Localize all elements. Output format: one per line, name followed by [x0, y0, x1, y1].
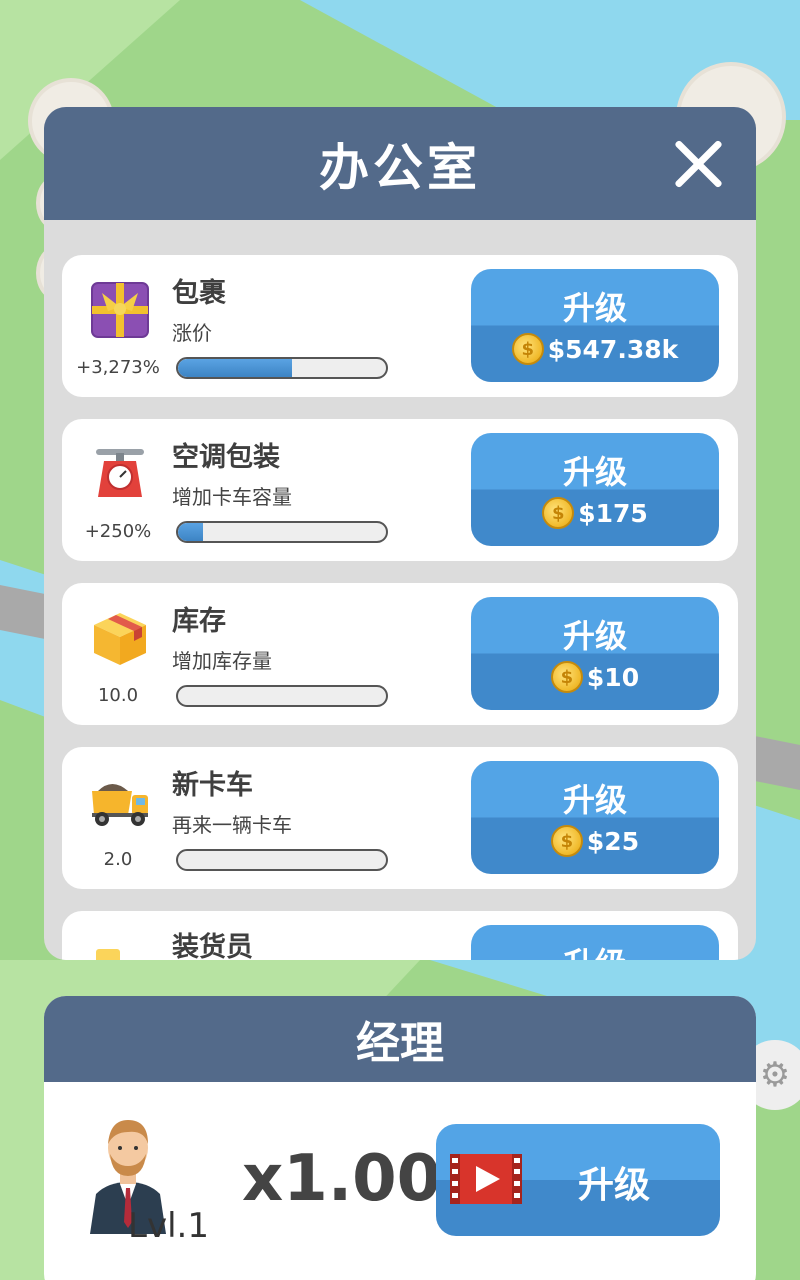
upgrade-stat: +250%	[84, 521, 152, 542]
close-icon[interactable]	[672, 137, 726, 191]
upgrade-button-label: 升级	[562, 453, 627, 491]
price-text: $10	[586, 662, 640, 692]
upgrade-button-label: 升级	[562, 617, 627, 655]
upgrade-card-storage: 10.0 库存 增加库存量 升级 $ $10	[62, 583, 738, 725]
upgrade-card-loader: 装货员 升级	[62, 911, 738, 960]
office-panel: 办公室 +3,273% 包裹 涨价 升级 $ $547.38k +250% 空调…	[44, 107, 756, 960]
manager-title: 经理	[356, 1018, 444, 1069]
price-text: $547.38k	[547, 334, 679, 364]
video-ad-icon	[450, 1154, 522, 1204]
crate-icon	[88, 605, 152, 669]
manager-multiplier: x1.00	[242, 1142, 442, 1216]
upgrade-button-label: 升级	[562, 781, 627, 819]
upgrade-stat: 10.0	[97, 685, 139, 706]
upgrade-progress-bar	[176, 357, 388, 379]
upgrade-button[interactable]: 升级	[471, 925, 719, 960]
upgrade-card-new-truck: 2.0 新卡车 再来一辆卡车 升级 $ $25	[62, 747, 738, 889]
coin-icon: $	[511, 333, 544, 365]
loader-icon	[88, 941, 152, 960]
upgrade-button-label: 升级	[562, 289, 627, 327]
coin-icon: $	[542, 497, 575, 529]
manager-panel: 经理 Lvl.1 x1.00 升级	[44, 996, 756, 1280]
upgrade-button[interactable]: 升级 $ $175	[471, 433, 719, 546]
upgrade-name: 装货员	[172, 932, 253, 960]
upgrade-button[interactable]: 升级 $ $547.38k	[471, 269, 719, 382]
upgrade-progress-bar	[176, 849, 388, 871]
upgrade-button-label: 升级	[471, 939, 719, 960]
upgrade-stat: 2.0	[103, 849, 133, 870]
upgrade-desc: 增加卡车容量	[172, 485, 292, 509]
upgrade-desc: 涨价	[172, 321, 212, 345]
upgrade-progress-bar	[176, 521, 388, 543]
upgrade-card-parcel: +3,273% 包裹 涨价 升级 $ $547.38k	[62, 255, 738, 397]
upgrade-card-ac-packaging: +250% 空调包装 增加卡车容量 升级 $ $175	[62, 419, 738, 561]
upgrade-progress-bar	[176, 685, 388, 707]
upgrade-button[interactable]: 升级 $ $10	[471, 597, 719, 710]
upgrade-stat: +3,273%	[76, 357, 160, 378]
coin-icon: $	[550, 661, 583, 693]
scale-icon	[88, 441, 152, 505]
upgrade-button[interactable]: 升级 $ $25	[471, 761, 719, 874]
price-text: $175	[578, 498, 648, 528]
manager-upgrade-label: 升级	[578, 1165, 651, 1206]
progress-fill	[178, 359, 293, 377]
dump-truck-icon	[88, 769, 152, 833]
price: $ $25	[471, 825, 719, 857]
coin-icon: $	[550, 825, 583, 857]
upgrade-desc: 再来一辆卡车	[172, 813, 292, 837]
price: $ $10	[471, 661, 719, 693]
upgrade-name: 库存	[172, 606, 226, 637]
upgrade-name: 新卡车	[172, 770, 253, 801]
manager-header: 经理	[44, 996, 756, 1082]
gift-box-icon	[88, 277, 152, 341]
manager-upgrade-button[interactable]: 升级	[436, 1124, 720, 1236]
progress-fill	[178, 523, 203, 541]
office-header: 办公室	[44, 107, 756, 220]
upgrade-desc: 增加库存量	[172, 649, 272, 673]
price: $ $547.38k	[471, 333, 719, 365]
upgrade-name: 包裹	[172, 278, 226, 309]
manager-level: Lvl.1	[128, 1206, 209, 1246]
price: $ $175	[471, 497, 719, 529]
office-title: 办公室	[319, 138, 481, 197]
price-text: $25	[586, 826, 640, 856]
upgrade-name: 空调包装	[172, 442, 280, 473]
